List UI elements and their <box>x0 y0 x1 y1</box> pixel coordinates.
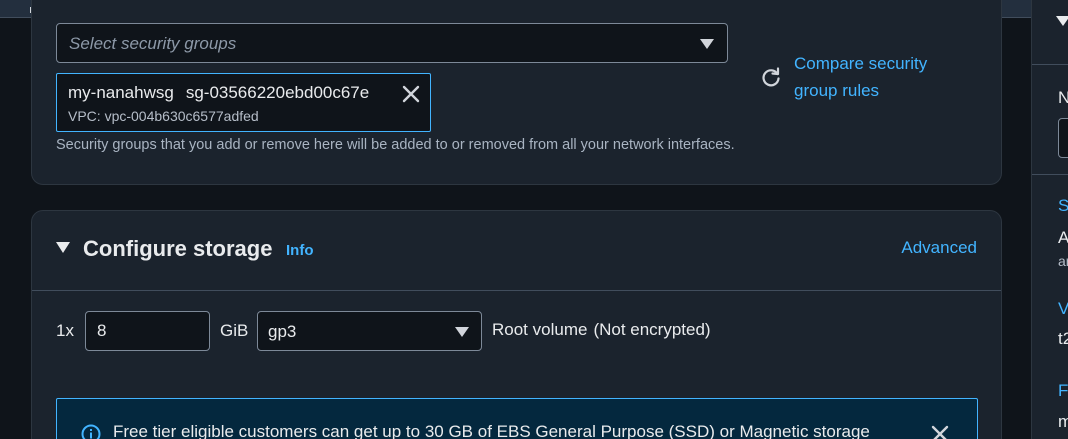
selected-security-group-token: my-nanahwsg sg-03566220ebd00c67e VPC: vpc… <box>56 73 431 132</box>
number-of-instances-input[interactable] <box>1058 118 1068 158</box>
security-groups-help-text: Security groups that you add or remove h… <box>56 137 735 153</box>
close-icon[interactable] <box>402 85 420 103</box>
summary-fragment-ami-detail: ar <box>1058 253 1068 269</box>
info-icon <box>81 424 101 439</box>
summary-fragment-software-image[interactable]: S <box>1058 196 1068 216</box>
configure-storage-panel: Configure storage Info Advanced 1x GiB g… <box>31 210 1002 439</box>
summary-fragment-number-of-instances: N <box>1058 88 1068 108</box>
summary-fragment-ami: A <box>1058 228 1068 248</box>
security-group-vpc: VPC: vpc-004b630c6577adfed <box>68 108 259 124</box>
root-volume-label: Root volume (Not encrypted) <box>492 320 711 340</box>
root-volume-row: 1x GiB gp3 Root volume (Not encrypted) <box>32 311 1001 351</box>
summary-fragment-instance-type: t2 <box>1058 329 1068 348</box>
volume-size-unit: GiB <box>220 321 249 340</box>
free-tier-message: Free tier eligible customers can get up … <box>113 422 870 439</box>
free-tier-info-alert: Free tier eligible customers can get up … <box>56 398 978 439</box>
summary-panel: N S A ar V t2 Fi m <box>1031 0 1068 439</box>
refresh-icon[interactable] <box>760 66 782 88</box>
chevron-down-icon <box>700 39 714 49</box>
volume-multiplier: 1x <box>56 321 74 340</box>
summary-fragment-firewall[interactable]: Fi <box>1058 381 1068 401</box>
caret-down-icon[interactable] <box>56 242 70 253</box>
volume-type-value: gp3 <box>268 322 297 341</box>
chevron-down-icon <box>455 327 469 337</box>
advanced-link[interactable]: Advanced <box>901 238 977 258</box>
security-group-id: sg-03566220ebd00c67e <box>185 83 370 102</box>
root-volume-text: Root volume <box>492 320 588 339</box>
security-group-select-placeholder: Select security groups <box>69 34 237 53</box>
security-group-token-label: my-nanahwsg sg-03566220ebd00c67e <box>68 83 369 103</box>
summary-fragment-firewall-detail: m <box>1058 412 1068 432</box>
divider <box>1032 174 1068 175</box>
volume-size-input[interactable] <box>85 311 210 351</box>
configure-storage-title[interactable]: Configure storage <box>83 236 272 262</box>
info-link[interactable]: Info <box>286 242 314 259</box>
security-group-name: my-nanahwsg <box>68 83 174 102</box>
network-settings-panel: Select security groups Compare security … <box>31 0 1002 185</box>
volume-type-select[interactable]: gp3 <box>257 311 482 351</box>
summary-fragment-virtual-server-type[interactable]: V <box>1058 299 1068 319</box>
configure-storage-header[interactable]: Configure storage Info Advanced <box>32 211 1001 291</box>
security-group-select[interactable]: Select security groups <box>56 23 728 63</box>
close-icon[interactable] <box>931 425 949 439</box>
caret-down-icon[interactable] <box>1056 16 1068 26</box>
encryption-status: (Not encrypted) <box>593 320 711 339</box>
divider <box>1032 64 1068 65</box>
compare-security-group-rules-link[interactable]: Compare security group rules <box>794 50 974 104</box>
